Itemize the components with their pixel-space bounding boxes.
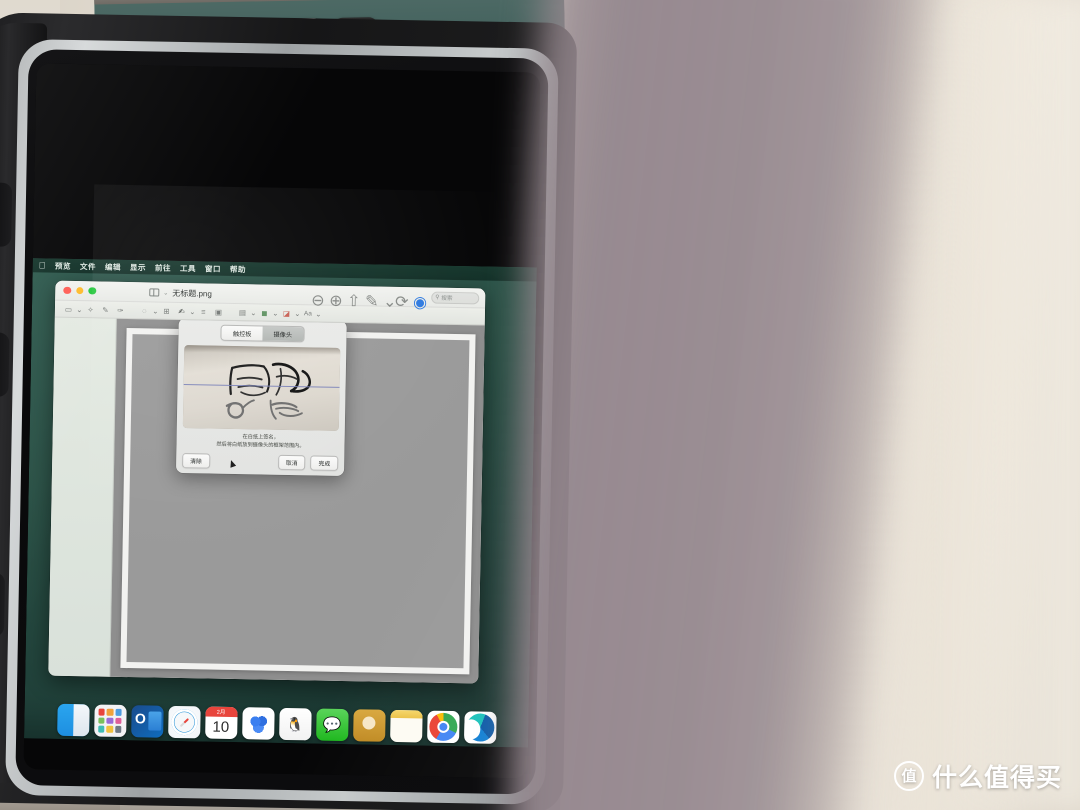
menu-item-help[interactable]: 帮助	[230, 263, 246, 274]
done-button[interactable]: 完成	[310, 455, 339, 472]
dock-icon-finder[interactable]	[56, 703, 90, 737]
calendar-day-label: 10	[212, 718, 230, 736]
instant-alpha-tool[interactable]: ✧	[83, 303, 98, 316]
wechat-bubble-icon: 💬	[322, 716, 342, 734]
dock-icon-baidu-netdisk[interactable]	[241, 707, 275, 740]
draw-tool[interactable]: ✑	[113, 303, 128, 316]
chevron-down-icon[interactable]: ⌄	[163, 289, 168, 296]
zoom-in-icon[interactable]: ⊕	[329, 290, 343, 309]
font-tool[interactable]: Aa	[301, 307, 315, 320]
text-tool[interactable]: ⊞	[159, 304, 174, 317]
instruction-line-2: 然后将白纸放到摄像头的框架范围内。	[216, 441, 305, 450]
minimize-button[interactable]	[75, 286, 84, 295]
preview-window: ⌄ 无标题.png ⊖ ⊕ ⇧ ✎ ⌄ ⟳ ◉ ⚲ 搜索 ▭ ⌄ ✧ ✎ ✑ ◌…	[48, 280, 486, 684]
popover-right-buttons: 取消 完成	[277, 454, 339, 472]
search-input[interactable]: ⚲ 搜索	[431, 291, 480, 305]
watermark: 值 什么值得买	[893, 758, 1062, 794]
zoom-button[interactable]	[88, 287, 96, 295]
dock-icon-qq[interactable]: 🐧	[278, 707, 312, 741]
camera-preview	[182, 345, 341, 431]
macos-desktop:  预览 文件 编辑 显示 前往 工具 窗口 帮助	[24, 258, 537, 748]
page-title: 无标题.png	[172, 288, 212, 299]
watermark-badge: 值	[893, 761, 924, 791]
toolbar-spacer-1	[128, 304, 137, 317]
foreground-soft-light	[930, 0, 1080, 810]
edge-swirl-icon	[465, 713, 495, 742]
notes-header-strip-icon	[390, 709, 423, 719]
dock-icon-outlook[interactable]	[130, 705, 164, 738]
sidebar-toggle-icon[interactable]	[149, 288, 160, 297]
dock-icon-edge[interactable]	[463, 711, 497, 744]
ipad-screen:  预览 文件 编辑 显示 前往 工具 窗口 帮助	[23, 63, 541, 779]
handwritten-signature	[225, 362, 311, 420]
highlight-icon[interactable]: ◉	[413, 292, 427, 311]
note-tool[interactable]: ≡	[196, 305, 211, 318]
close-button[interactable]	[63, 286, 71, 295]
launchpad-grid-icon	[97, 708, 123, 733]
dock-icon-wechat[interactable]: 💬	[315, 708, 349, 742]
shape-style-tool[interactable]: ▤	[235, 305, 250, 318]
case-button-nub-top	[0, 182, 13, 247]
macos-menu-bar:  预览 文件 编辑 显示 前往 工具 窗口 帮助	[32, 258, 537, 282]
fill-color-tool[interactable]: ◪	[279, 306, 294, 319]
watermark-text: 什么值得买	[931, 764, 1062, 792]
menu-item-tools[interactable]: 工具	[180, 262, 196, 273]
toolbar-spacer-2	[226, 305, 235, 318]
dock-icon-contacts[interactable]	[352, 709, 386, 742]
cancel-button[interactable]: 取消	[277, 454, 306, 471]
font-chevron-icon[interactable]: ⌄	[315, 307, 322, 320]
qq-penguin-icon: 🐧	[286, 715, 304, 732]
dock-icon-safari[interactable]	[167, 705, 201, 739]
sketch-tool[interactable]: ✎	[98, 303, 113, 316]
share-icon[interactable]: ⇧	[347, 291, 361, 310]
adjust-tool[interactable]: ▣	[211, 305, 226, 318]
chrome-wheel-icon	[428, 712, 458, 742]
clear-button[interactable]: 清除	[182, 453, 210, 469]
shapes-tool[interactable]: ◌	[137, 304, 152, 317]
dock-icon-launchpad[interactable]	[93, 704, 127, 738]
markup-chevron-icon[interactable]: ⌄	[383, 291, 397, 310]
preview-canvas[interactable]: 触控板 摄像头 在白纸上签名， 然后将白纸放到摄像头的框架范围内。 清除 取消 …	[110, 318, 485, 684]
foreground-blur-object	[507, 0, 963, 810]
netdisk-art-icon	[247, 713, 269, 734]
case-button-nub-mid	[0, 332, 10, 397]
photograph-scene: 2月 10 🐧  预	[0, 0, 1080, 810]
border-color-tool[interactable]: ◼	[257, 306, 272, 319]
apple-logo-icon[interactable]: 	[39, 260, 46, 270]
dock-icon-notes[interactable]	[389, 709, 423, 743]
preview-body: 触控板 摄像头 在白纸上签名， 然后将白纸放到摄像头的框架范围内。 清除 取消 …	[48, 317, 485, 684]
titlebar-tools: ⊖ ⊕ ⇧ ✎ ⌄ ⟳ ◉ ⚲ 搜索	[311, 285, 480, 311]
menu-item-edit[interactable]: 编辑	[105, 261, 121, 272]
tab-trackpad[interactable]: 触控板	[221, 325, 263, 341]
rotate-icon[interactable]: ⟳	[395, 291, 409, 310]
signature-instructions: 在白纸上签名， 然后将白纸放到摄像头的框架范围内。	[182, 432, 338, 451]
signature-capture-popover: 触控板 摄像头 在白纸上签名， 然后将白纸放到摄像头的框架范围内。 清除 取消 …	[175, 318, 347, 477]
preview-sidebar[interactable]	[48, 317, 117, 677]
dock-icon-calendar[interactable]: 2月 10	[204, 706, 238, 740]
ipad-bezel:  预览 文件 编辑 显示 前往 工具 窗口 帮助	[15, 49, 549, 795]
search-icon: ⚲	[435, 294, 440, 301]
menu-item-window[interactable]: 窗口	[205, 263, 221, 274]
segmented-control: 触控板 摄像头	[220, 324, 305, 343]
sign-tool[interactable]: ✍	[174, 304, 189, 317]
menu-item-view[interactable]: 显示	[130, 262, 146, 273]
search-placeholder: 搜索	[441, 295, 453, 302]
zoom-out-icon[interactable]: ⊖	[311, 290, 325, 309]
menu-item-file[interactable]: 文件	[80, 261, 96, 272]
menu-item-preview[interactable]: 预览	[55, 260, 71, 271]
window-title-group: ⌄ 无标题.png	[149, 282, 212, 303]
contacts-avatar-icon	[362, 716, 376, 730]
selection-tool[interactable]: ▭	[61, 302, 76, 315]
signature-source-tabs: 触控板 摄像头	[184, 324, 340, 343]
menu-item-go[interactable]: 前往	[155, 262, 171, 273]
dock-icon-chrome[interactable]	[426, 710, 460, 744]
macos-dock: 2月 10 🐧 💬	[24, 694, 529, 748]
popover-buttons: 清除 取消 完成	[182, 453, 339, 472]
markup-icon[interactable]: ✎	[365, 291, 379, 310]
window-controls	[55, 286, 96, 295]
tab-camera[interactable]: 摄像头	[262, 326, 304, 342]
